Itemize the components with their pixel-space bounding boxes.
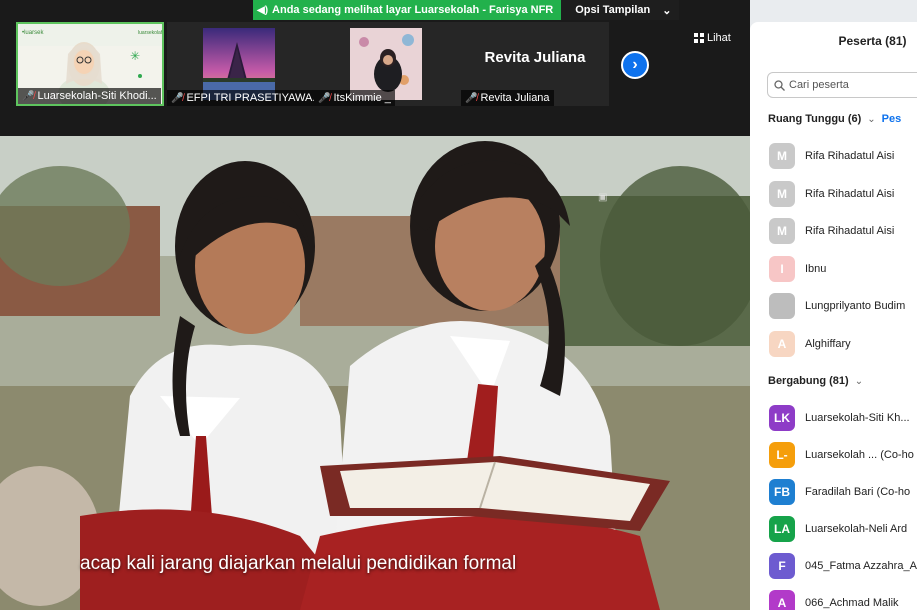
avatar: FB <box>769 479 795 505</box>
avatar: LK <box>769 405 795 431</box>
participant-row[interactable]: M Rifa Rihadatul Aisi <box>769 218 894 244</box>
participant-name: Luarsekolah-Siti Khodi... <box>37 90 157 102</box>
participant-row[interactable]: I Ibnu <box>769 255 827 282</box>
participant-name-large: Revita Juliana <box>484 48 586 66</box>
thumbnail-tile[interactable]: •luarsek luarsekolah ✳ 🎤̸ Luarsekolah-Sit… <box>16 22 164 106</box>
mic-muted-icon: 🎤̸ <box>22 90 35 102</box>
avatar: M <box>769 143 795 169</box>
participant-name: Luarsekolah-Neli Ard <box>805 523 908 535</box>
view-button[interactable]: Lihat <box>694 32 731 44</box>
panel-title: Peserta (81) <box>838 34 907 48</box>
video-gallery-strip: •luarsek luarsekolah ✳ 🎤̸ Luarsekolah-Sit… <box>0 0 750 136</box>
participant-name: Rifa Rihadatul Aisi <box>805 187 895 200</box>
thumbnail-tile[interactable]: Revita Juliana 🎤̸ Revita Juliana <box>461 22 609 106</box>
waiting-room-label: Ruang Tunggu (6) <box>768 113 862 125</box>
next-page-button[interactable]: › <box>621 51 649 79</box>
chevron-down-icon: ⌄ <box>662 4 672 17</box>
screen-share-banner: ◀) Anda sedang melihat layar Luarsekolah … <box>253 0 680 20</box>
participant-name: Revita Juliana <box>480 92 550 104</box>
participant-name: Lungprilyanto Budim <box>805 300 906 312</box>
participant-name: Ibnu <box>805 262 827 275</box>
grid-icon <box>694 33 704 43</box>
chevron-down-icon: ⌄ <box>867 113 876 125</box>
avatar: A <box>769 590 795 610</box>
waiting-room-header[interactable]: Ruang Tunggu (6) ⌄ Pes <box>768 113 901 125</box>
participant-row[interactable]: LA Luarsekolah-Neli Ard <box>769 516 907 542</box>
participant-name: Luarsekolah-Siti Kh... <box>805 412 910 424</box>
participant-row[interactable]: FB Faradilah Bari (Co-ho <box>769 479 910 505</box>
participant-name: Rifa Rihadatul Aisi <box>805 150 895 162</box>
thumbnail-tile[interactable]: 🎤̸ EFPI TRI PRASETIYAWA... <box>167 22 315 106</box>
joined-header[interactable]: Bergabung (81) ⌄ <box>768 375 863 387</box>
video-caption: acap kali jarang diajarkan melalui pendi… <box>80 553 517 574</box>
participants-panel: Peserta (81) Cari peserta Ruang Tunggu (… <box>750 22 917 610</box>
avatar: M <box>769 180 795 207</box>
banner-text: Anda sedang melihat layar Luarsekolah - … <box>272 4 554 16</box>
svg-text:•luarsek: •luarsek <box>22 30 44 36</box>
joined-label: Bergabung (81) <box>768 375 849 387</box>
view-label: Lihat <box>707 32 731 44</box>
participant-name: 066_Achmad Malik <box>805 597 899 609</box>
video-frame: ▣ <box>0 136 750 610</box>
participant-name: Rifa Rihadatul Aisi <box>805 225 895 237</box>
view-options-label: Opsi Tampilan <box>575 4 651 16</box>
shared-screen-video: ▣ acap kali jarang diajarkan melalui pen… <box>0 136 750 610</box>
participant-row[interactable]: L- Luarsekolah ... (Co-ho <box>769 442 914 468</box>
participant-search-input[interactable]: Cari peserta <box>767 72 917 98</box>
avatar: I <box>769 255 795 282</box>
speaker-icon: ◀) <box>257 4 269 16</box>
search-icon <box>774 79 785 91</box>
avatar: LA <box>769 516 795 542</box>
participant-name: EFPI TRI PRASETIYAWA... <box>186 92 315 104</box>
participant-row[interactable]: F 045_Fatma Azzahra_A <box>769 553 917 579</box>
thumbnail-tile[interactable]: 🎤̸ ItsKimmie _ <box>314 22 462 106</box>
mic-muted-icon: 🎤̸ <box>465 92 478 104</box>
avatar: L- <box>769 442 795 468</box>
avatar <box>769 293 795 319</box>
participant-name: Faradilah Bari (Co-ho <box>805 486 911 498</box>
participant-name: 045_Fatma Azzahra_A <box>805 560 917 572</box>
participant-name: Luarsekolah ... (Co-ho <box>805 449 914 461</box>
participant-row[interactable]: A 066_Achmad Malik <box>769 590 899 610</box>
search-placeholder: Cari peserta <box>789 79 849 91</box>
participant-row[interactable]: Lungprilyanto Budim <box>769 293 905 319</box>
participant-row[interactable]: M Rifa Rihadatul Aisi <box>769 143 894 169</box>
chevron-down-icon: ⌄ <box>854 375 864 387</box>
participant-name: ItsKimmie _ <box>333 92 391 104</box>
avatar: F <box>769 553 795 579</box>
participant-row[interactable]: M Rifa Rihadatul Aisi <box>769 180 895 207</box>
view-options-button[interactable]: Opsi Tampilan ⌄ <box>561 0 680 20</box>
participant-name: Alghiffary <box>805 337 851 350</box>
participant-row[interactable]: LK Luarsekolah-Siti Kh... <box>769 405 910 431</box>
svg-text:▣: ▣ <box>598 192 607 203</box>
admit-link[interactable]: Pes <box>882 113 902 125</box>
avatar: A <box>769 330 795 357</box>
svg-text:✳: ✳ <box>130 49 140 63</box>
participant-row[interactable]: A Alghiffary <box>769 330 851 357</box>
chevron-right-icon: › <box>632 56 638 73</box>
avatar: M <box>769 218 795 244</box>
mic-muted-icon: 🎤̸ <box>318 92 331 104</box>
svg-text:luarsekolah: luarsekolah <box>138 30 164 36</box>
mic-muted-icon: 🎤̸ <box>171 92 184 104</box>
